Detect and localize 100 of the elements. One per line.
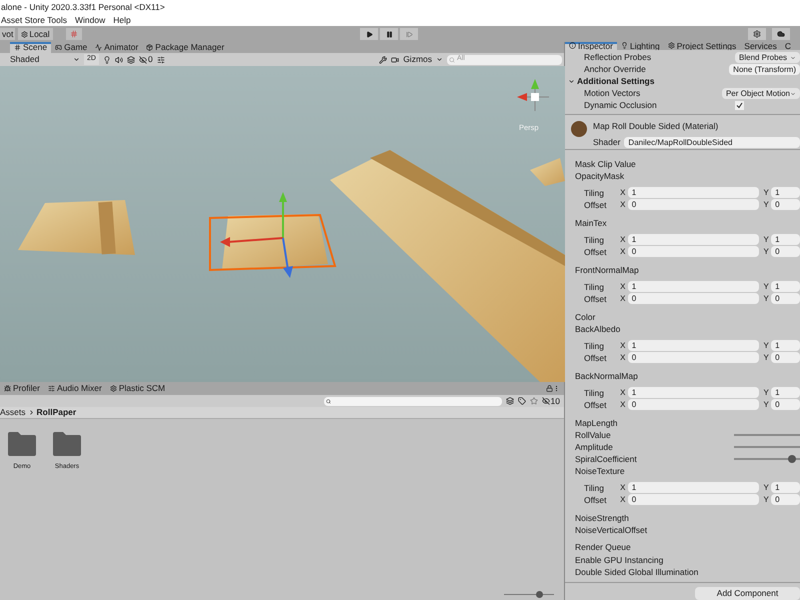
section-header[interactable]: Additional Settings: [577, 75, 654, 88]
property-label: MapLength: [575, 416, 618, 430]
menu-item[interactable]: Asset Store Tools: [1, 14, 67, 26]
number-field[interactable]: 1: [771, 187, 800, 198]
property-label: Render Queue: [575, 540, 631, 554]
number-field[interactable]: 1: [628, 234, 760, 246]
speaker-icon: [114, 56, 123, 64]
effects-count[interactable]: 0: [138, 53, 153, 66]
field-label: Offset: [584, 398, 608, 412]
dropdown-field[interactable]: Per Object Motion: [722, 88, 800, 100]
number-field[interactable]: 0: [771, 494, 800, 506]
checkmark-icon: [736, 102, 743, 110]
cloud-icon: [777, 30, 785, 38]
slider-thumb[interactable]: [788, 454, 796, 463]
breadcrumb-item[interactable]: Assets: [0, 406, 26, 419]
field-label: Tiling: [584, 186, 605, 200]
property-label: MainTex: [575, 216, 607, 230]
number-field[interactable]: 1: [771, 482, 800, 494]
panel-tab[interactable]: Animator: [91, 42, 142, 53]
caret-icon: [73, 56, 80, 63]
property-label: OpacityMask: [575, 170, 624, 182]
sliders-icon: [156, 56, 165, 64]
play-icon: [366, 30, 372, 38]
zoom-slider-thumb[interactable]: [536, 591, 543, 598]
axis-label: Y: [763, 340, 770, 352]
axis-label: X: [620, 292, 626, 305]
slider-track[interactable]: [734, 434, 800, 436]
material-title: Map Roll Double Sided (Material): [593, 120, 720, 133]
property-label: Amplitude: [575, 440, 613, 454]
breadcrumb-item[interactable]: RollPaper: [36, 406, 76, 419]
number-field[interactable]: 1: [628, 340, 760, 352]
cloud-button[interactable]: [772, 28, 790, 40]
number-field[interactable]: 1: [628, 187, 760, 198]
property-label: Double Sided Global Illumination: [575, 566, 698, 579]
number-field[interactable]: 1: [771, 387, 800, 398]
number-field[interactable]: 0: [771, 399, 800, 410]
number-field[interactable]: 1: [771, 234, 800, 246]
number-field[interactable]: 1: [628, 281, 760, 292]
panel-tab[interactable]: Services: [740, 42, 781, 50]
property-label: Enable GPU Instancing: [575, 554, 664, 566]
panel-tab[interactable]: Profiler: [0, 382, 44, 395]
number-field[interactable]: 0: [628, 399, 760, 410]
dropdown-field[interactable]: Blend Probes: [735, 52, 800, 64]
tag-icon: [518, 397, 526, 405]
field-label: Tiling: [584, 386, 605, 400]
play-button[interactable]: [360, 28, 378, 40]
axis-label: X: [620, 386, 626, 399]
star-icon: [530, 397, 538, 405]
camera-icon: [391, 56, 400, 64]
add-component-button[interactable]: Add Component: [695, 587, 800, 600]
number-field[interactable]: 0: [628, 293, 760, 304]
property-label: Color: [575, 310, 596, 324]
pivot-button[interactable]: vot: [0, 28, 16, 40]
number-field[interactable]: 0: [628, 494, 760, 506]
hidden-icon: [542, 397, 550, 405]
folder-icon: [8, 432, 36, 456]
grid-snap-button[interactable]: [66, 28, 82, 40]
number-field[interactable]: 1: [628, 387, 760, 398]
number-field[interactable]: 1: [771, 281, 800, 292]
axis-label: X: [620, 340, 626, 352]
number-field[interactable]: 0: [771, 352, 800, 364]
gizmos-dropdown[interactable]: Gizmos: [403, 53, 432, 66]
checkbox[interactable]: [735, 101, 744, 110]
property-label: Anchor Override: [584, 63, 647, 76]
panel-tab[interactable]: Audio Mixer: [44, 382, 106, 395]
pause-button[interactable]: [380, 28, 398, 40]
info-icon: [569, 42, 576, 50]
shader-dropdown[interactable]: Danilec/MapRollDoubleSided: [624, 136, 800, 148]
menu-item[interactable]: Window: [75, 14, 106, 26]
lightbulb-icon: [620, 42, 628, 50]
panel-tab[interactable]: C: [780, 42, 796, 50]
object-field[interactable]: None (Transform): [729, 64, 800, 76]
number-field[interactable]: 0: [771, 199, 800, 210]
property-label: BackNormalMap: [575, 370, 638, 382]
shading-dropdown[interactable]: Shaded: [10, 53, 80, 66]
project-search-field[interactable]: [324, 396, 502, 406]
number-field[interactable]: 0: [771, 246, 800, 258]
property-label: Motion Vectors: [584, 87, 642, 100]
property-label: NoiseTexture: [575, 464, 625, 478]
number-field[interactable]: 0: [771, 293, 800, 304]
collab-button[interactable]: [748, 28, 766, 40]
field-label: Tiling: [584, 340, 605, 352]
field-label: Tiling: [584, 482, 605, 494]
number-field[interactable]: 0: [628, 246, 760, 258]
menu-item[interactable]: Help: [113, 14, 131, 26]
number-field[interactable]: 0: [628, 199, 760, 210]
local-button[interactable]: Local: [18, 28, 53, 40]
number-field[interactable]: 0: [628, 352, 760, 364]
more-icon: [553, 385, 560, 392]
number-field[interactable]: 1: [628, 482, 760, 494]
panel-tab[interactable]: Game: [51, 42, 92, 53]
number-field[interactable]: 1: [771, 340, 800, 352]
field-label: Offset: [584, 494, 608, 506]
panel-tab[interactable]: Scene: [10, 42, 52, 53]
slider-track[interactable]: [734, 458, 800, 460]
slider-track[interactable]: [734, 446, 800, 448]
hidden-packages-count[interactable]: 10: [542, 394, 560, 408]
panel-tab[interactable]: Plastic SCM: [106, 382, 170, 395]
property-label: NoiseVerticalOffset: [575, 524, 648, 536]
panel-tab[interactable]: Package Manager: [142, 42, 228, 53]
